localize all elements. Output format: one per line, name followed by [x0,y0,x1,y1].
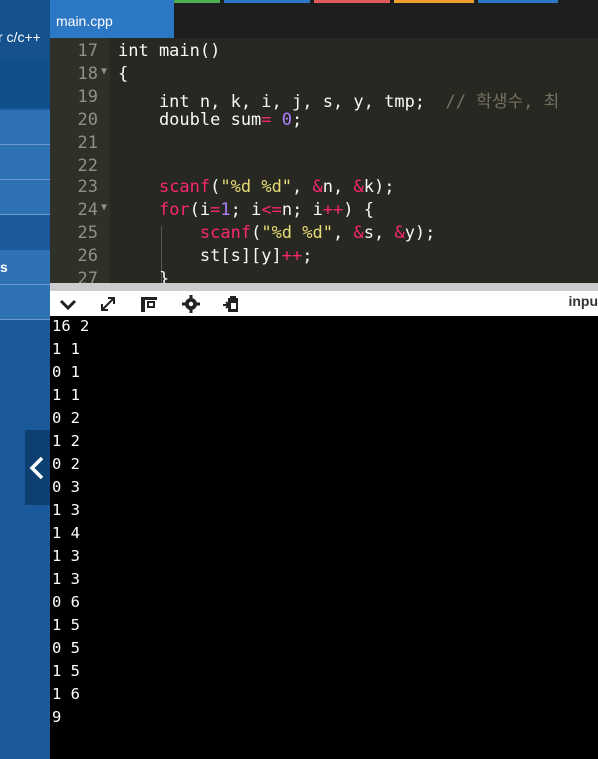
code-text: } [118,269,170,283]
code-line: 17 int main() [50,39,598,61]
tab-main-cpp[interactable]: main.cpp [50,3,174,38]
sidebar-item-active[interactable] [0,58,50,108]
output-line: 0 1 [52,363,80,381]
line-number: 26 [77,246,98,266]
code-line: 18 ▼ { [50,62,598,84]
output-line: 0 6 [52,593,80,611]
fold-arrow-icon[interactable]: ▼ [101,202,107,213]
output-line: 1 2 [52,432,80,450]
line-number: 24 [77,200,98,220]
line-number: 27 [77,269,98,283]
sidebar-header[interactable]: r c/c++ [0,0,50,59]
line-number: 20 [77,110,98,130]
collapse-panel-button[interactable] [58,294,80,314]
code-line: 24 ▼ for(i=1; i<=n; i++) { [50,198,598,220]
fold-arrow-icon[interactable]: ▼ [101,66,107,77]
expand-panel-button[interactable] [98,294,120,314]
tab-label: main.cpp [56,13,113,29]
line-number: 19 [77,87,98,107]
chevron-left-icon [29,456,44,480]
tab-strip [174,0,220,3]
sidebar-item-5[interactable] [0,285,50,320]
code-text: scanf("%d %d", &s, &y); [199,223,436,243]
output-panel-toolbar: inpu [50,291,598,316]
code-line: 19 int n, k, i, j, s, y, tmp; // 학생수, 최 [50,85,598,112]
sidebar-item-label: s [0,259,8,275]
output-line: 9 [52,708,62,726]
line-number: 18 [77,64,98,84]
sidebar-item-2[interactable] [0,145,50,180]
code-text: scanf("%d %d", &n, &k); [158,177,395,197]
sidebar-header-label: r c/c++ [0,29,41,45]
tab-strip [314,0,390,3]
output-line: 16 2 [52,317,90,335]
output-line: 0 5 [52,639,80,657]
code-text: { [118,64,129,84]
paste-input-button[interactable] [222,294,244,314]
output-line: 1 3 [52,547,80,565]
code-text: for(i=1; i<=n; i++) { [158,200,375,220]
expand-icon [101,297,115,311]
clipboard-icon [223,296,238,312]
output-line: 1 5 [52,616,80,634]
code-line: 27 } [50,267,598,283]
tab-strip [478,0,558,3]
tab-strip [394,0,474,3]
output-line: 0 2 [52,409,80,427]
editor-tabbar: main.cpp [50,0,598,38]
line-number: 22 [77,156,98,176]
code-line: 23 scanf("%d %d", &n, &k); [50,175,598,197]
line-number: 23 [77,177,98,197]
output-console[interactable]: 16 2 1 1 0 1 1 1 0 2 1 2 0 2 0 3 1 3 1 4… [50,316,598,759]
output-line: 1 5 [52,662,80,680]
line-number: 21 [77,133,98,153]
code-line: 21 [50,131,598,153]
line-number: 25 [77,223,98,243]
layout-icon [141,297,157,312]
collapse-sidebar-button[interactable] [25,430,50,505]
chevron-down-icon [59,299,77,311]
code-line: 25 scanf("%d %d", &s, &y); [50,221,598,243]
output-line: 1 3 [52,501,80,519]
output-line: 0 3 [52,478,80,496]
code-text: int main() [118,41,221,61]
output-line: 1 3 [52,570,80,588]
output-line: 1 1 [52,340,80,358]
input-label[interactable]: inpu [568,293,598,309]
layout-button[interactable] [139,294,161,314]
code-editor[interactable]: 17 int main() 18 ▼ { 19 int n, k, i, j, … [50,38,598,283]
tab-strip [224,0,310,3]
panel-splitter[interactable] [50,283,598,291]
output-line: 1 1 [52,386,80,404]
settings-button[interactable] [181,294,203,314]
sidebar-item-4[interactable]: s [0,250,50,285]
output-line: 1 6 [52,685,80,703]
output-line: 0 2 [52,455,80,473]
code-line: 26 st[s][y]++; [50,244,598,266]
sidebar: r c/c++ s [0,0,50,759]
code-line: 22 [50,154,598,176]
sidebar-item-3[interactable] [0,180,50,215]
output-line: 1 4 [52,524,80,542]
code-text: st[s][y]++; [118,246,313,266]
line-number: 17 [77,41,98,61]
sidebar-item-1[interactable] [0,110,50,145]
code-text: double sum= 0; [118,110,303,130]
code-line: 20 double sum= 0; [50,108,598,130]
gear-icon [182,295,200,313]
